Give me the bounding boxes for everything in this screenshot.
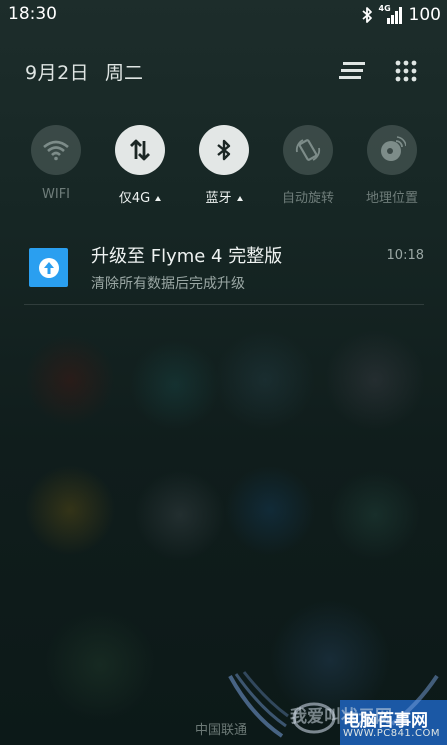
- quick-settings: WIFI 仅4G 蓝牙 自动旋转 地理位置: [0, 125, 447, 215]
- toggle-wifi-button[interactable]: [31, 125, 81, 175]
- notification-title: 升级至 Flyme 4 完整版: [91, 246, 283, 267]
- status-icons: 4G 100: [361, 4, 441, 26]
- rotate-icon: [295, 139, 321, 161]
- toggle-bluetooth[interactable]: 蓝牙: [182, 125, 266, 206]
- date-row: 9月2日 周二: [0, 52, 447, 92]
- location-icon: [381, 136, 406, 161]
- battery-level: 100: [408, 5, 441, 25]
- wifi-icon: [43, 140, 69, 161]
- toggle-4g-button[interactable]: [115, 125, 165, 175]
- grid-icon: [395, 60, 417, 82]
- upgrade-app-icon: [29, 248, 68, 287]
- signal-icon: 4G: [379, 4, 403, 24]
- toggle-wifi[interactable]: WIFI: [14, 125, 98, 202]
- app-grid-button[interactable]: [391, 56, 421, 86]
- upgrade-icon: [38, 257, 59, 278]
- bluetooth-icon: [361, 7, 372, 23]
- toggle-wifi-label: WIFI: [42, 187, 70, 202]
- data-transfer-icon: [130, 139, 150, 161]
- toggle-rotate-label: 自动旋转: [281, 191, 334, 206]
- toggle-rotate-button[interactable]: [283, 125, 333, 175]
- bluetooth-icon: [217, 139, 231, 161]
- list-icon: [339, 62, 365, 79]
- status-time: 18:30: [8, 4, 57, 24]
- weekday-label: 周二: [105, 62, 144, 84]
- notification-list-button[interactable]: [337, 56, 367, 86]
- toggle-location[interactable]: 地理位置: [350, 125, 434, 206]
- date-label: 9月2日: [25, 62, 90, 84]
- notification-subtitle: 清除所有数据后完成升级: [91, 276, 245, 292]
- expand-indicator-icon: [236, 196, 243, 201]
- notification-time: 10:18: [386, 248, 424, 263]
- status-bar: 18:30 4G 100: [0, 0, 447, 30]
- toggle-bluetooth-button[interactable]: [199, 125, 249, 175]
- toggle-bluetooth-label: 蓝牙: [182, 187, 266, 206]
- toggle-location-button[interactable]: [367, 125, 417, 175]
- toggle-rotate[interactable]: 自动旋转: [266, 125, 350, 206]
- toggle-location-label: 地理位置: [365, 191, 418, 206]
- expand-indicator-icon: [155, 196, 162, 201]
- notification-item[interactable]: 升级至 Flyme 4 完整版 清除所有数据后完成升级 10:18: [24, 232, 424, 305]
- watermark-url: WWW.PC841.COM: [343, 728, 440, 739]
- toggle-4g-label: 仅4G: [98, 187, 182, 206]
- toggle-4g[interactable]: 仅4G: [98, 125, 182, 206]
